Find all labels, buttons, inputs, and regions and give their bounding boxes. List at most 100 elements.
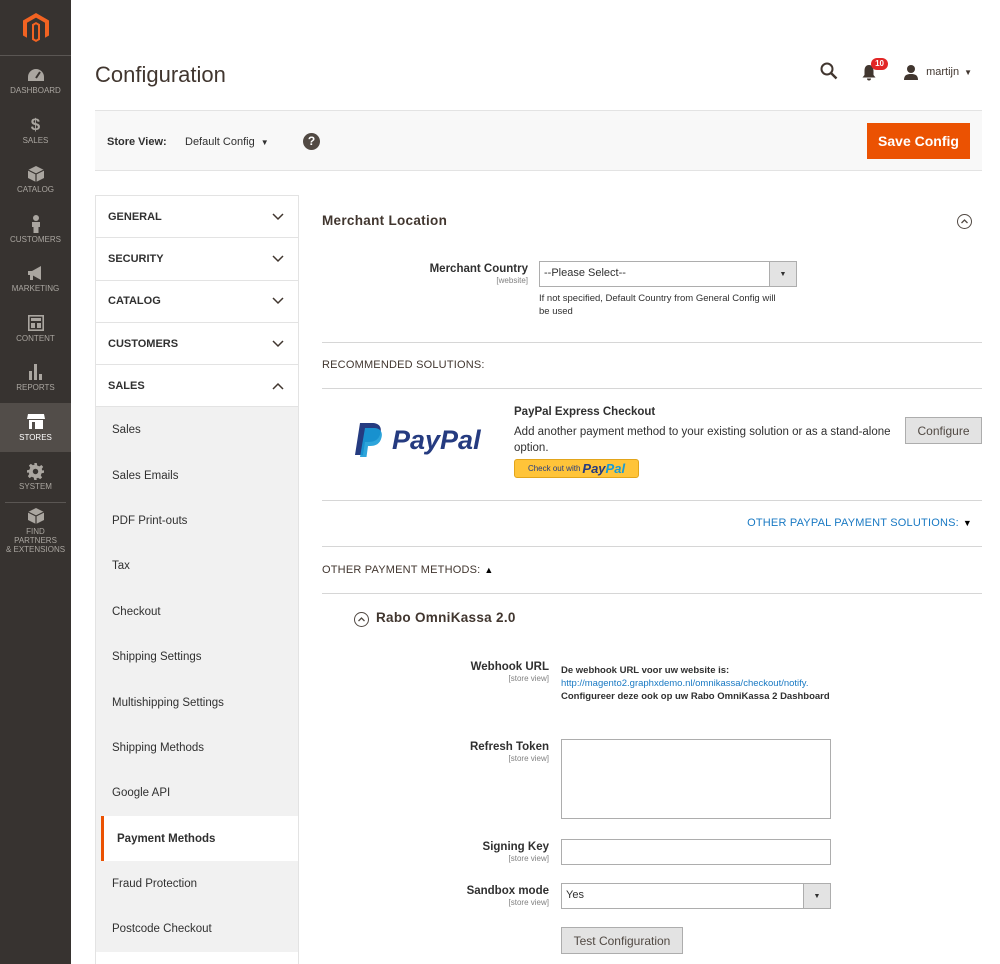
field-label-text: Webhook URL (470, 661, 549, 673)
magento-logo-icon (22, 12, 49, 42)
refresh-token-label: Refresh Token [store view] (322, 741, 549, 763)
menu-item-label: FIND PARTNERS (14, 526, 57, 545)
collapse-icon[interactable] (354, 612, 369, 627)
field-label-text: Merchant Country (429, 263, 528, 275)
merchant-country-select[interactable]: --Please Select-- ▼ (539, 261, 797, 287)
menu-item-stores[interactable]: STORES (0, 402, 71, 452)
dashboard-icon (27, 66, 45, 84)
note-line: If not specified, Default Country from G… (539, 293, 776, 304)
rabo-omnikassa-title[interactable]: Rabo OmniKassa 2.0 (376, 610, 516, 625)
chevron-down-icon (272, 213, 284, 220)
menu-item-marketing[interactable]: MARKETING (0, 254, 71, 304)
divider (322, 388, 982, 389)
menu-item-content[interactable]: CONTENT (0, 304, 71, 354)
menu-item-label: SYSTEM (19, 482, 52, 492)
collapse-icon[interactable] (957, 214, 972, 229)
signing-key-input[interactable] (561, 839, 831, 865)
store-view-switcher[interactable]: Default Config ▼ (185, 136, 269, 148)
tab-label: CATALOG (108, 295, 161, 308)
menu-item-label: CONTENT (16, 333, 55, 343)
tab-item-checkout[interactable]: Checkout (96, 589, 298, 634)
search-icon[interactable] (820, 62, 840, 82)
user-icon (904, 64, 919, 80)
tab-label: GENERAL (108, 210, 162, 223)
gear-icon (27, 462, 45, 480)
tab-item-sales[interactable]: Sales (96, 407, 298, 452)
merchant-country-note: If not specified, Default Country from G… (539, 292, 776, 318)
chevron-down-icon (272, 297, 284, 305)
tab-sales[interactable]: SALES (96, 365, 298, 408)
save-config-button[interactable]: Save Config (867, 123, 970, 159)
divider (322, 546, 982, 547)
config-tabs: GENERAL SECURITY CATALOG CUSTOMERS SALES… (95, 195, 299, 964)
paypal-wordmark: PayPal (392, 424, 481, 455)
menu-item-customers[interactable]: CUSTOMERS (0, 205, 71, 255)
tab-item-sales-emails[interactable]: Sales Emails (96, 453, 298, 498)
webhook-intro: De webhook URL voor uw website is: (561, 665, 730, 676)
user-menu[interactable]: martijn ▼ (904, 64, 972, 80)
tab-item-tax[interactable]: Tax (96, 544, 298, 589)
menu-item-sales[interactable]: $ SALES (0, 106, 71, 156)
sandbox-mode-select[interactable]: Yes ▼ (561, 883, 831, 909)
caret-down-icon: ▼ (803, 884, 830, 908)
notifications-button[interactable]: 10 (862, 58, 888, 82)
tab-item-shipping-methods[interactable]: Shipping Methods (96, 725, 298, 770)
select-value: Yes (566, 889, 584, 901)
menu-item-label: CATALOG (16, 185, 55, 195)
magento-logo[interactable] (0, 0, 71, 56)
tab-item-multishipping-settings[interactable]: Multishipping Settings (96, 680, 298, 725)
tab-item-pdf-print-outs[interactable]: PDF Print-outs (96, 498, 298, 543)
recommended-solutions-heading: RECOMMENDED SOLUTIONS: (322, 359, 485, 371)
admin-menu: DASHBOARD $ SALES CATALOG CUSTOMERS MARK… (0, 0, 71, 964)
sandbox-mode-label: Sandbox mode [store view] (322, 885, 549, 907)
chevron-up-icon (272, 382, 284, 390)
tab-security[interactable]: SECURITY (96, 238, 298, 281)
menu-item-label: & EXTENSIONS (5, 544, 66, 554)
webhook-outro: Configureer deze ook op uw Rabo OmniKass… (561, 691, 830, 702)
tab-item-fraud-protection[interactable]: Fraud Protection (96, 861, 298, 906)
badge-brand-pal: Pal (605, 461, 626, 476)
webhook-url-link[interactable]: http://magento2.graphxdemo.nl/omnikassa/… (561, 677, 841, 690)
menu-item-partners[interactable]: FIND PARTNERS & EXTENSIONS (5, 501, 66, 558)
sales-sub-list: Sales Sales Emails PDF Print-outs Tax Ch… (96, 407, 298, 953)
paypal-express-desc: Add another payment method to your exist… (514, 426, 891, 454)
menu-item-system[interactable]: SYSTEM (0, 452, 71, 502)
scope-note: [store view] (508, 898, 549, 907)
other-payment-methods-toggle[interactable]: OTHER PAYMENT METHODS: ▲ (322, 564, 494, 576)
field-label-text: Sandbox mode (466, 885, 549, 897)
store-view-bar: Store View: Default Config ▼ ? Save Confi… (95, 110, 982, 171)
scope-note: [store view] (508, 674, 549, 683)
chevron-down-icon (272, 255, 284, 262)
menu-item-catalog[interactable]: CATALOG (0, 155, 71, 205)
menu-item-reports[interactable]: REPORTS (0, 353, 71, 403)
tab-label: SALES (108, 379, 145, 392)
badge-brand-pay: Pay (582, 461, 606, 476)
chevron-down-icon (272, 340, 284, 347)
tab-item-postcode-checkout[interactable]: Postcode Checkout (96, 907, 298, 952)
configure-button[interactable]: Configure (905, 417, 982, 444)
tab-item-shipping-settings[interactable]: Shipping Settings (96, 634, 298, 679)
scope-note: [store view] (508, 754, 549, 763)
divider (322, 593, 982, 594)
tab-catalog[interactable]: CATALOG (96, 281, 298, 323)
note-line: be used (539, 306, 573, 317)
refresh-token-textarea[interactable] (561, 739, 831, 819)
tab-general[interactable]: GENERAL (96, 196, 298, 239)
menu-item-dashboard[interactable]: DASHBOARD (0, 56, 71, 106)
merchant-country-label: Merchant Country [website] (322, 263, 528, 285)
merchant-location-title[interactable]: Merchant Location (322, 213, 447, 228)
store-view-label: Store View: (107, 136, 167, 148)
webhook-url-label: Webhook URL [store view] (322, 661, 549, 683)
menu-item-label: SALES (22, 135, 49, 145)
paypal-p-icon (355, 423, 382, 457)
help-icon[interactable]: ? (303, 133, 320, 150)
toggle-label: OTHER PAYPAL PAYMENT SOLUTIONS: (747, 517, 959, 529)
scope-note: [store view] (508, 854, 549, 863)
menu-item-label: MARKETING (11, 284, 60, 294)
tab-item-payment-methods[interactable]: Payment Methods (101, 816, 298, 862)
dollar-icon: $ (30, 115, 41, 135)
other-paypal-solutions-toggle[interactable]: OTHER PAYPAL PAYMENT SOLUTIONS: ▼ (747, 517, 972, 529)
test-configuration-button[interactable]: Test Configuration (561, 927, 683, 954)
tab-item-google-api[interactable]: Google API (96, 771, 298, 816)
tab-customers[interactable]: CUSTOMERS (96, 323, 298, 366)
